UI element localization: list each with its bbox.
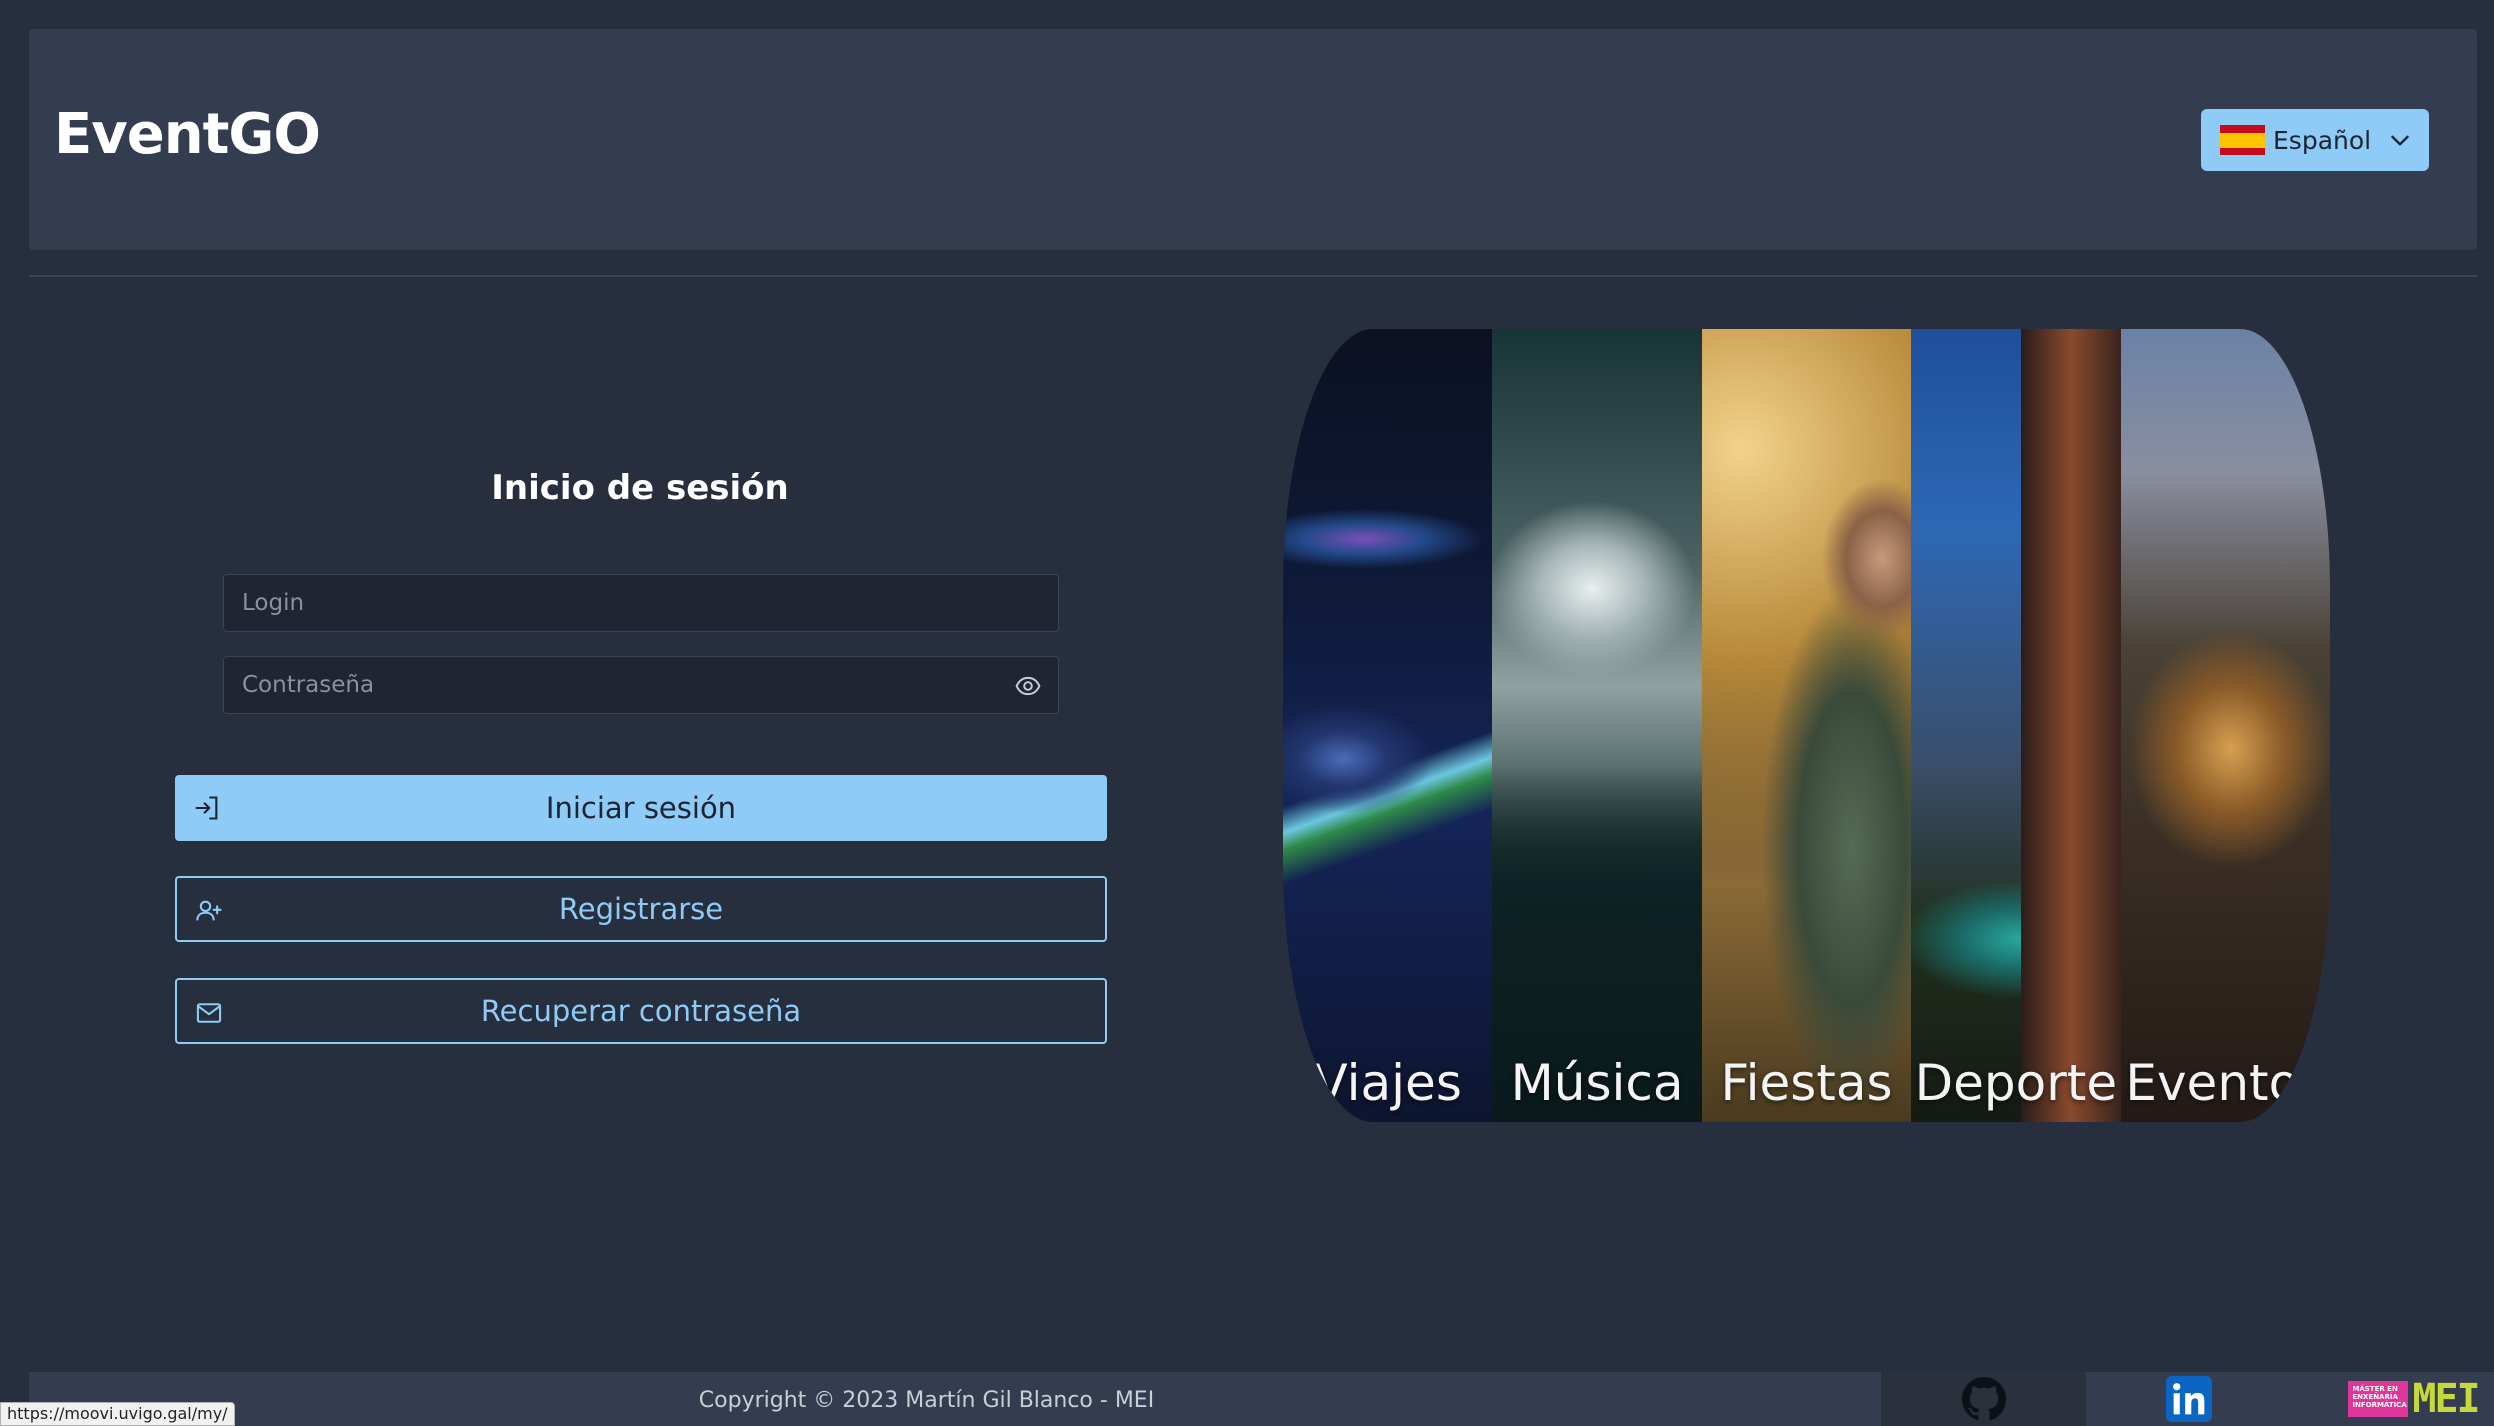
- recover-password-button[interactable]: Recuperar contraseña: [175, 978, 1107, 1044]
- envelope-icon: [196, 1003, 222, 1023]
- mei-link[interactable]: MÁSTER EN ENXEÑARÍA INFORMÁTICA MEI: [2291, 1372, 2494, 1426]
- chevron-down-icon: [2391, 135, 2409, 146]
- sign-in-icon: [195, 796, 218, 820]
- panel-caption: Música: [1510, 1054, 1684, 1112]
- login-button[interactable]: Iniciar sesión: [175, 775, 1107, 841]
- mei-badge: MÁSTER EN ENXEÑARÍA INFORMÁTICA: [2348, 1381, 2409, 1417]
- gallery-panel-fiestas[interactable]: Fiestas: [1701, 329, 1912, 1122]
- recover-password-label: Recuperar contraseña: [480, 994, 802, 1028]
- mei-logo-text: MEI: [2412, 1376, 2480, 1422]
- language-label: Español: [2273, 125, 2372, 155]
- login-input[interactable]: [224, 575, 1058, 631]
- gallery-panel-eventos[interactable]: Eventos: [2120, 329, 2330, 1122]
- eye-icon[interactable]: [1014, 673, 1042, 699]
- login-button-label: Iniciar sesión: [545, 791, 737, 825]
- brand-logo[interactable]: EventGO: [54, 102, 321, 167]
- language-select[interactable]: Español: [2201, 109, 2429, 171]
- linkedin-link[interactable]: [2086, 1372, 2291, 1426]
- github-link[interactable]: [1881, 1372, 2086, 1426]
- top-navbar: EventGO Español: [29, 29, 2477, 250]
- panel-caption: Viajes: [1313, 1054, 1462, 1112]
- password-input[interactable]: [224, 657, 1058, 713]
- header-divider: [29, 275, 2477, 277]
- category-gallery: Viajes Música Fiestas Deporte Eventos: [1283, 329, 2330, 1122]
- login-field[interactable]: [223, 574, 1059, 632]
- gallery-panel-viajes[interactable]: Viajes: [1283, 329, 1493, 1122]
- copyright-text: Copyright © 2023 Martín Gil Blanco - MEI: [698, 1388, 1155, 1413]
- login-title: Inicio de sesión: [491, 468, 789, 508]
- user-plus-icon: [196, 900, 222, 921]
- panel-caption: Deporte: [1914, 1054, 2118, 1112]
- github-icon: [1961, 1376, 2006, 1421]
- gallery-panel-musica[interactable]: Música: [1492, 329, 1702, 1122]
- panel-caption: Fiestas: [1720, 1054, 1893, 1112]
- register-button[interactable]: Registrarse: [175, 876, 1107, 942]
- mei-logo: MÁSTER EN ENXEÑARÍA INFORMÁTICA MEI: [2348, 1376, 2481, 1422]
- spain-flag-icon: [2220, 125, 2265, 155]
- panel-caption: Eventos: [2125, 1054, 2326, 1112]
- gallery-panel-deporte[interactable]: Deporte: [1911, 329, 2121, 1122]
- register-button-label: Registrarse: [558, 892, 724, 926]
- password-field[interactable]: [223, 656, 1059, 714]
- linkedin-icon: [2165, 1376, 2212, 1422]
- status-bar-url: https://moovi.uvigo.gal/my/: [0, 1402, 235, 1426]
